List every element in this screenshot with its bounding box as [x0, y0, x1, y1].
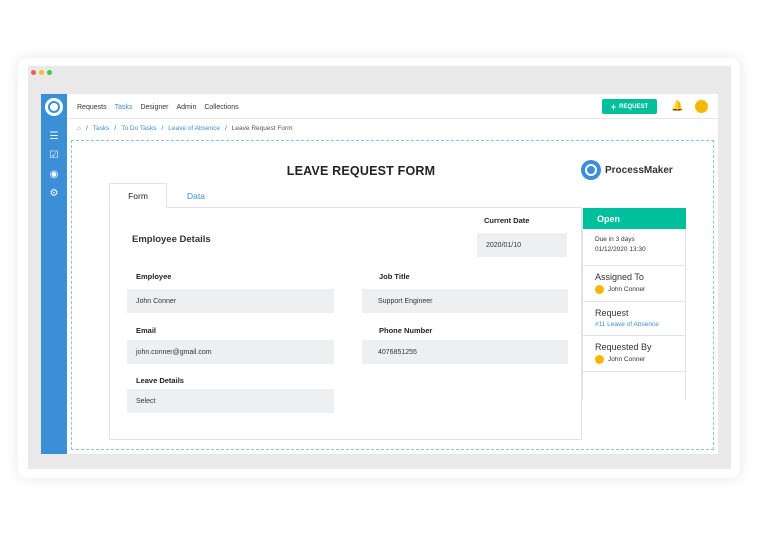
notification-bell-icon[interactable]: 🔔 [671, 101, 683, 112]
job-title-label: Job Title [379, 272, 410, 281]
avatar [595, 355, 604, 364]
requested-by-label: Requested By [595, 342, 652, 352]
app: ☰ ☑ ◉ ⚙ Requests Tasks Designer Admin Co… [41, 94, 718, 454]
brand-logo: ProcessMaker [581, 160, 673, 180]
top-nav: Requests Tasks Designer Admin Collection… [77, 104, 239, 111]
breadcrumb: ⌂ / Tasks / To Do Tasks / Leave of Absen… [77, 125, 293, 132]
section-title: Employee Details [132, 234, 211, 245]
requested-by-row: John Conner [595, 355, 686, 364]
home-icon[interactable]: ⌂ [77, 125, 81, 132]
request-link[interactable]: #11 Leave of Absence [595, 321, 686, 328]
current-date-field[interactable]: 2020/01/10 [477, 233, 567, 257]
user-avatar[interactable] [695, 100, 708, 113]
processmaker-logo-icon[interactable] [45, 98, 63, 116]
nav-requests[interactable]: Requests [77, 104, 107, 111]
new-request-button[interactable]: + REQUEST [602, 99, 657, 114]
employee-label: Employee [136, 272, 172, 281]
breadcrumb-tasks[interactable]: Tasks [93, 125, 110, 132]
employee-field[interactable]: John Conner [127, 289, 334, 313]
phone-field[interactable]: 4076851255 [362, 340, 568, 364]
tab-data[interactable]: Data [167, 183, 225, 208]
checkbox-icon[interactable]: ☑ [48, 150, 60, 162]
brand-name: ProcessMaker [605, 164, 673, 176]
task-status-panel: Open Due in 3 days 01/12/2020 13:30 Assi… [582, 208, 686, 400]
nav-admin[interactable]: Admin [177, 104, 197, 111]
request-section: Request #11 Leave of Absence [583, 302, 686, 336]
breadcrumb-separator: / [114, 125, 117, 132]
nav-designer[interactable]: Designer [140, 104, 168, 111]
nav-tasks[interactable]: Tasks [115, 104, 133, 111]
requested-by-name[interactable]: John Conner [608, 356, 645, 363]
breadcrumb-leave[interactable]: Leave of Absence [168, 125, 220, 132]
due-text: Due in 3 days [595, 236, 635, 243]
minimize-dot[interactable] [39, 70, 44, 75]
requested-by-section: Requested By John Conner [583, 336, 686, 372]
window-controls [31, 70, 52, 75]
form-tabs: Form Data [109, 183, 225, 208]
breadcrumb-separator: / [85, 125, 88, 132]
leave-details-label: Leave Details [136, 376, 184, 385]
breadcrumb-separator: / [161, 125, 164, 132]
job-title-field[interactable]: Support Engineer [362, 289, 568, 313]
plus-icon: + [610, 101, 617, 112]
processmaker-logo-icon [581, 160, 601, 180]
breadcrumb-separator: / [224, 125, 227, 132]
due-section: Due in 3 days 01/12/2020 13:30 [583, 229, 686, 266]
close-dot[interactable] [31, 70, 36, 75]
request-label: Request [595, 308, 629, 318]
current-date-label: Current Date [484, 216, 530, 225]
avatar [595, 285, 604, 294]
status-badge: Open [583, 208, 686, 229]
assigned-to-section: Assigned To John Conner [583, 266, 686, 302]
nav-collections[interactable]: Collections [204, 104, 238, 111]
due-date: 01/12/2020 13:30 [595, 246, 646, 253]
email-field[interactable]: john.conner@gmail.com [127, 340, 334, 364]
phone-label: Phone Number [379, 326, 433, 335]
header-divider [67, 118, 718, 119]
page-title: LEAVE REQUEST FORM [286, 164, 436, 178]
tab-form[interactable]: Form [109, 183, 167, 208]
assigned-to-row: John Conner [595, 285, 686, 294]
gear-icon[interactable]: ⚙ [48, 188, 60, 200]
assigned-to-name[interactable]: John Conner [608, 286, 645, 293]
assigned-to-label: Assigned To [595, 272, 644, 282]
leave-details-select[interactable]: Select [127, 389, 334, 413]
list-icon[interactable]: ☰ [48, 131, 60, 143]
maximize-dot[interactable] [47, 70, 52, 75]
breadcrumb-current: Leave Request Form [231, 125, 293, 132]
request-button-label: REQUEST [619, 103, 649, 110]
email-label: Email [136, 326, 157, 335]
sidebar: ☰ ☑ ◉ ⚙ [41, 94, 67, 454]
breadcrumb-todo[interactable]: To Do Tasks [121, 125, 156, 132]
user-circle-icon[interactable]: ◉ [48, 169, 60, 181]
